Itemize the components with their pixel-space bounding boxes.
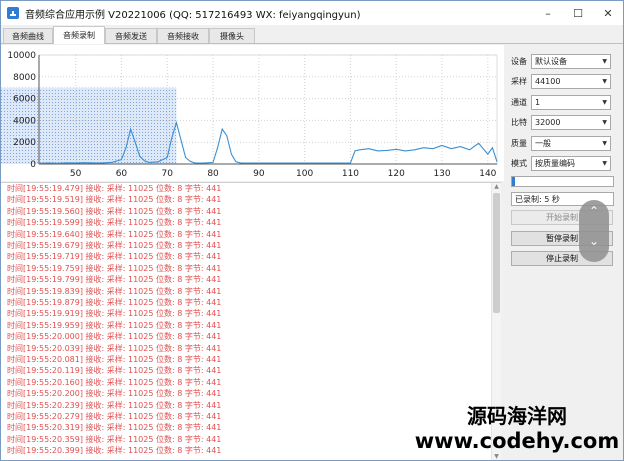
volume-progress-fill xyxy=(512,177,516,186)
maximize-button[interactable]: ☐ xyxy=(563,1,593,25)
scroll-down-icon[interactable]: ⌄ xyxy=(579,234,609,248)
log-line: 时间[19:55:19.799] 接收: 采样: 11025 位数: 8 字节:… xyxy=(7,275,222,285)
log-line: 时间[19:55:19.959] 接收: 采样: 11025 位数: 8 字节:… xyxy=(7,320,222,330)
log-line: 时间[19:55:19.919] 接收: 采样: 11025 位数: 8 字节:… xyxy=(7,309,222,319)
device-row: 设备 默认设备 ▼ xyxy=(511,53,611,69)
scroll-thumb[interactable] xyxy=(493,193,500,313)
minimize-button[interactable]: – xyxy=(533,1,563,25)
volume-progress-bar xyxy=(511,176,614,187)
chevron-down-icon: ▼ xyxy=(602,77,607,85)
y-tick-label: 8000 xyxy=(13,73,36,83)
x-tick-label: 60 xyxy=(116,169,128,179)
bitrate-select[interactable]: 32000 ▼ xyxy=(531,114,611,130)
device-value: 默认设备 xyxy=(535,56,567,66)
x-tick-label: 100 xyxy=(296,169,313,179)
app-window: 音频综合应用示例 V20221006 (QQ: 517216493 WX: fe… xyxy=(0,0,624,461)
tab-audio-receive[interactable]: 音频接收 xyxy=(157,28,209,43)
x-tick-label: 120 xyxy=(388,169,405,179)
log-line: 时间[19:55:19.640] 接收: 采样: 11025 位数: 8 字节:… xyxy=(7,229,222,239)
x-tick-label: 50 xyxy=(70,169,82,179)
log-line: 时间[19:55:19.839] 接收: 采样: 11025 位数: 8 字节:… xyxy=(7,286,222,296)
watermark-url: www.codehy.com xyxy=(414,429,620,453)
log-line: 时间[19:55:19.519] 接收: 采样: 11025 位数: 8 字节:… xyxy=(7,195,222,205)
x-tick-label: 90 xyxy=(253,169,265,179)
waveform-chart[interactable]: 10000 8000 6000 4000 2000 0 50 60 70 80 90 100 110 12… xyxy=(1,45,504,181)
log-line: 时间[19:55:20.319] 接收: 采样: 11025 位数: 8 字节:… xyxy=(7,423,222,433)
quality-select[interactable]: 一般 ▼ xyxy=(531,135,611,151)
tab-camera[interactable]: 摄像头 xyxy=(209,28,255,43)
tab-audio-curve[interactable]: 音频曲线 xyxy=(3,28,53,43)
chevron-down-icon: ▼ xyxy=(602,118,607,126)
mode-label: 模式 xyxy=(511,158,527,168)
channel-label: 通道 xyxy=(511,97,527,107)
log-line: 时间[19:55:19.560] 接收: 采样: 11025 位数: 8 字节:… xyxy=(7,206,222,216)
log-line: 时间[19:55:19.759] 接收: 采样: 11025 位数: 8 字节:… xyxy=(7,263,222,273)
log-line: 时间[19:55:20.039] 接收: 采样: 11025 位数: 8 字节:… xyxy=(7,343,222,353)
log-line: 时间[19:55:19.879] 接收: 采样: 11025 位数: 8 字节:… xyxy=(7,298,222,307)
y-tick-label: 4000 xyxy=(13,116,36,126)
channel-value: 1 xyxy=(535,97,541,107)
tab-bar: 音频曲线 音频录制 音频发送 音频接收 摄像头 xyxy=(1,26,623,44)
scroll-up-icon[interactable]: ⌃ xyxy=(579,204,609,218)
log-line: 时间[19:55:20.119] 接收: 采样: 11025 位数: 8 字节:… xyxy=(7,366,222,376)
tab-audio-record[interactable]: 音频录制 xyxy=(53,26,105,44)
x-tick-label: 70 xyxy=(162,169,174,179)
window-title: 音频综合应用示例 V20221006 (QQ: 517216493 WX: fe… xyxy=(25,9,361,21)
watermark: 源码海洋网 www.codehy.com xyxy=(412,404,622,454)
tab-audio-send[interactable]: 音频发送 xyxy=(105,28,157,43)
x-tick-label: 130 xyxy=(433,169,450,179)
app-logo-icon xyxy=(7,7,19,19)
watermark-title: 源码海洋网 xyxy=(467,404,567,428)
close-button[interactable]: ✕ xyxy=(593,1,623,25)
bitrate-row: 比特 32000 ▼ xyxy=(511,114,611,130)
y-tick-label: 10000 xyxy=(7,51,36,61)
samplerate-select[interactable]: 44100 ▼ xyxy=(531,73,611,89)
log-line: 时间[19:55:19.679] 接收: 采样: 11025 位数: 8 字节:… xyxy=(7,241,222,250)
log-line: 时间[19:55:20.000] 接收: 采样: 11025 位数: 8 字节:… xyxy=(7,332,222,342)
chevron-down-icon: ▼ xyxy=(602,98,607,106)
samplerate-row: 采样 44100 ▼ xyxy=(511,73,611,89)
samplerate-label: 采样 xyxy=(511,76,527,86)
quality-label: 质量 xyxy=(511,138,527,148)
title-bar: 音频综合应用示例 V20221006 (QQ: 517216493 WX: fe… xyxy=(1,1,623,25)
chevron-down-icon: ▼ xyxy=(602,159,607,167)
x-tick-label: 80 xyxy=(207,169,219,179)
scroll-up-arrow-icon[interactable]: ▲ xyxy=(493,183,500,191)
samplerate-value: 44100 xyxy=(535,76,561,86)
log-line: 时间[19:55:20.160] 接收: 采样: 11025 位数: 8 字节:… xyxy=(7,377,222,387)
device-select[interactable]: 默认设备 ▼ xyxy=(531,53,611,69)
channel-select[interactable]: 1 ▼ xyxy=(531,94,611,110)
quality-value: 一般 xyxy=(535,138,551,148)
log-line: 时间[19:55:19.599] 接收: 采样: 11025 位数: 8 字节:… xyxy=(7,218,222,228)
y-tick-label: 2000 xyxy=(13,138,36,148)
mode-select[interactable]: 按质量编码 ▼ xyxy=(531,155,611,171)
log-line: 时间[19:55:19.479] 接收: 采样: 11025 位数: 8 字节:… xyxy=(7,184,222,193)
bitrate-label: 比特 xyxy=(511,117,527,127)
log-line: 时间[19:55:20.239] 接收: 采样: 11025 位数: 8 字节:… xyxy=(7,400,222,410)
waveform-plot: 10000 8000 6000 4000 2000 0 50 60 70 80 90 100 110 12… xyxy=(1,51,498,179)
x-tick-label: 140 xyxy=(479,169,496,179)
mode-value: 按质量编码 xyxy=(535,158,575,168)
scroll-down-arrow-icon[interactable]: ▼ xyxy=(493,453,500,460)
channel-row: 通道 1 ▼ xyxy=(511,94,611,110)
log-line: 时间[19:55:20.200] 接收: 采样: 11025 位数: 8 字节:… xyxy=(7,389,222,399)
log-line: 时间[19:55:20.359] 接收: 采样: 11025 位数: 8 字节:… xyxy=(7,434,222,444)
y-tick-label: 6000 xyxy=(13,95,36,105)
log-line: 时间[19:55:19.719] 接收: 采样: 11025 位数: 8 字节:… xyxy=(7,252,222,262)
floating-scroll-control[interactable]: ⌃ ⌄ xyxy=(579,200,609,262)
chevron-down-icon: ▼ xyxy=(602,57,607,65)
bitrate-value: 32000 xyxy=(535,117,561,127)
log-line: 时间[19:55:20.399] 接收: 采样: 11025 位数: 8 字节:… xyxy=(7,446,222,456)
y-tick-label: 0 xyxy=(30,160,36,170)
log-line: 时间[19:55:20.081] 接收: 采样: 11025 位数: 8 字节:… xyxy=(7,355,222,364)
mode-row: 模式 按质量编码 ▼ xyxy=(511,155,611,171)
quality-row: 质量 一般 ▼ xyxy=(511,135,611,151)
device-label: 设备 xyxy=(511,56,527,66)
x-tick-label: 110 xyxy=(342,169,359,179)
chevron-down-icon: ▼ xyxy=(602,139,607,147)
log-line: 时间[19:55:20.279] 接收: 采样: 11025 位数: 8 字节:… xyxy=(7,412,222,421)
